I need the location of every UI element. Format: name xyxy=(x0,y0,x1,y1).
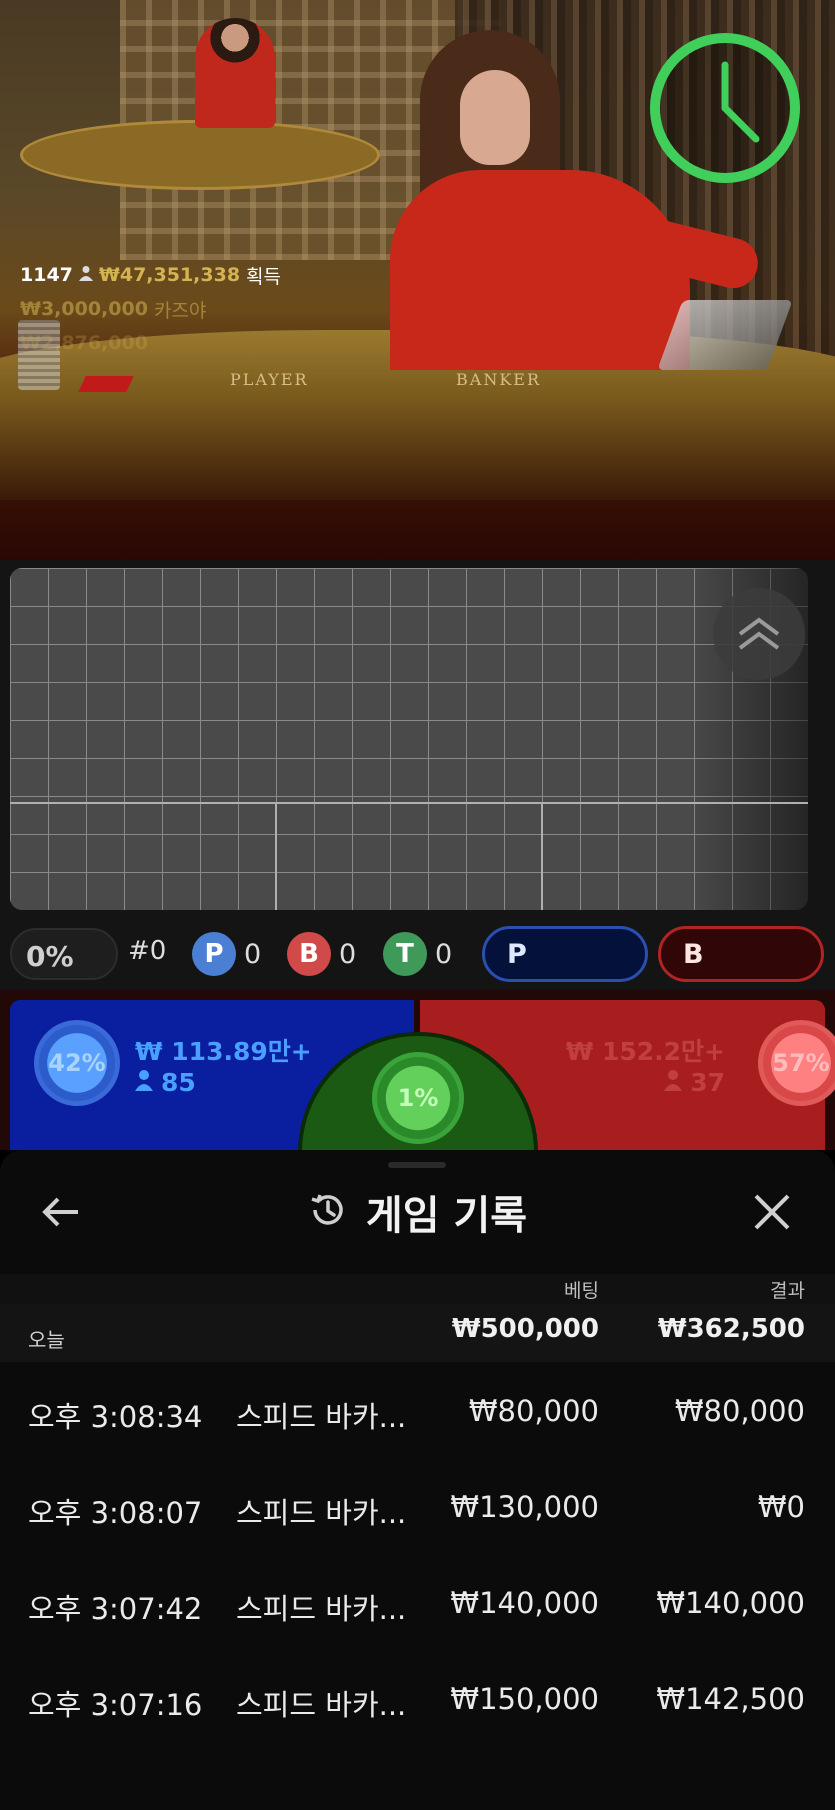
winner-total-amount: ₩47,351,338 xyxy=(98,264,241,286)
background-table xyxy=(20,120,380,190)
win-percent: 0% xyxy=(26,940,74,973)
tie-count-value: 0 xyxy=(435,938,453,970)
tie-count: T 0 xyxy=(383,932,452,976)
column-header-result: 결과 xyxy=(770,1280,805,1302)
winner-name: 카즈야 xyxy=(153,299,207,322)
banker-bet-user-count: 37 xyxy=(690,1068,725,1097)
column-headers: 베팅 결과 xyxy=(0,1274,835,1304)
betting-area: 42% ₩ 113.89만+ 85 1% ₩ 152.2만+ 37 57% xyxy=(0,990,835,1272)
player-count-value: 0 xyxy=(244,938,262,970)
sheet-header: 게임 기록 xyxy=(0,1150,835,1274)
row-bet: ₩80,000 xyxy=(468,1394,599,1428)
row-time: 오후 3:07:42 xyxy=(28,1592,203,1626)
roadmap-grid xyxy=(10,568,808,910)
game-number: #0 xyxy=(128,936,167,966)
winner-entry: ₩2,876,000 xyxy=(20,326,281,360)
banker-bet-amount: ₩ 152.2만+ xyxy=(565,1037,725,1066)
player-bet-user-count: 85 xyxy=(161,1068,196,1097)
row-result: ₩80,000 xyxy=(674,1394,805,1428)
banker-count-value: 0 xyxy=(339,938,357,970)
winner-amount: ₩3,000,000 xyxy=(20,298,148,320)
background-dealer xyxy=(195,18,275,128)
winner-label: 획득 xyxy=(246,265,282,288)
column-header-bet: 베팅 xyxy=(564,1280,599,1302)
summary-label: 오늘 xyxy=(28,1328,65,1352)
history-icon xyxy=(308,1190,348,1234)
winner-count: 1147 xyxy=(20,264,73,286)
roadmap-area: 0% #0 P 0 B 0 T 0 P B xyxy=(0,560,835,990)
row-game: 스피드 바카... xyxy=(236,1688,407,1722)
dealer xyxy=(390,30,764,370)
summary-bet: ₩500,000 xyxy=(451,1314,599,1344)
user-icon xyxy=(135,1068,153,1097)
row-bet: ₩150,000 xyxy=(450,1682,599,1716)
arrow-left-icon[interactable] xyxy=(38,1188,86,1236)
winner-summary: 1147 ₩47,351,338 획득 xyxy=(20,258,281,292)
summary-result: ₩362,500 xyxy=(657,1314,805,1344)
player-count: P 0 xyxy=(192,932,261,976)
player-bet-amount: ₩ 113.89만+ xyxy=(135,1037,312,1066)
player-dot: P xyxy=(192,932,236,976)
history-title: 게임 기록 xyxy=(365,1193,528,1239)
user-icon xyxy=(78,264,93,286)
table-label-player: PLAYER xyxy=(230,370,309,389)
tie-dot: T xyxy=(383,932,427,976)
row-time: 오후 3:08:07 xyxy=(28,1496,203,1530)
row-bet: ₩140,000 xyxy=(450,1586,599,1620)
player-bet-percent: 42% xyxy=(34,1020,120,1106)
table-card xyxy=(78,376,134,392)
row-result: ₩0 xyxy=(757,1490,805,1524)
banker-bet-users: 37 xyxy=(664,1068,725,1097)
winner-amount: ₩2,876,000 xyxy=(20,332,148,354)
row-time: 오후 3:08:34 xyxy=(28,1400,203,1434)
sheet-title: 게임 기록 xyxy=(0,1150,835,1274)
row-game: 스피드 바카... xyxy=(236,1592,407,1626)
row-result: ₩140,000 xyxy=(656,1586,805,1620)
winners-list: 1147 ₩47,351,338 획득 ₩3,000,000 카즈야 ₩2,87… xyxy=(20,258,281,360)
close-icon[interactable] xyxy=(748,1188,796,1236)
banker-dot: B xyxy=(287,932,331,976)
history-row[interactable]: 오후 3:08:34 스피드 바카... ₩80,000 ₩80,000 xyxy=(0,1362,835,1458)
banker-count: B 0 xyxy=(287,932,356,976)
player-predict-button[interactable]: P xyxy=(482,926,648,982)
history-row[interactable]: 오후 3:08:07 스피드 바카... ₩130,000 ₩0 xyxy=(0,1458,835,1554)
banker-bet-percent: 57% xyxy=(758,1020,835,1106)
summary-row: 오늘 ₩500,000 ₩362,500 xyxy=(0,1304,835,1362)
banker-predict-button[interactable]: B xyxy=(658,926,824,982)
clock-icon xyxy=(650,33,800,183)
row-result: ₩142,500 xyxy=(656,1682,805,1716)
tie-bet-percent: 1% xyxy=(372,1052,464,1144)
chevron-up-double-icon[interactable] xyxy=(713,588,805,680)
table-label-banker: BANKER xyxy=(456,370,541,389)
row-game: 스피드 바카... xyxy=(236,1496,407,1530)
stats-bar: 0% #0 P 0 B 0 T 0 P B xyxy=(0,918,835,990)
winner-entry: ₩3,000,000 카즈야 xyxy=(20,292,281,326)
game-history-sheet: 게임 기록 베팅 결과 오늘 ₩500,000 ₩362,500 오후 3:08… xyxy=(0,1150,835,1810)
user-icon xyxy=(664,1068,683,1097)
row-time: 오후 3:07:16 xyxy=(28,1688,203,1722)
row-game: 스피드 바카... xyxy=(236,1400,407,1434)
row-bet: ₩130,000 xyxy=(450,1490,599,1524)
win-percent-pill: 0% xyxy=(10,928,118,980)
player-bet-users: 85 xyxy=(135,1068,196,1097)
history-row[interactable]: 오후 3:07:42 스피드 바카... ₩140,000 ₩140,000 xyxy=(0,1554,835,1650)
live-video: PLAYER BANKER 1147 ₩47,351,338 획득 ₩3,000… xyxy=(0,0,835,560)
history-row[interactable]: 오후 3:07:16 스피드 바카... ₩150,000 ₩142,500 xyxy=(0,1650,835,1746)
